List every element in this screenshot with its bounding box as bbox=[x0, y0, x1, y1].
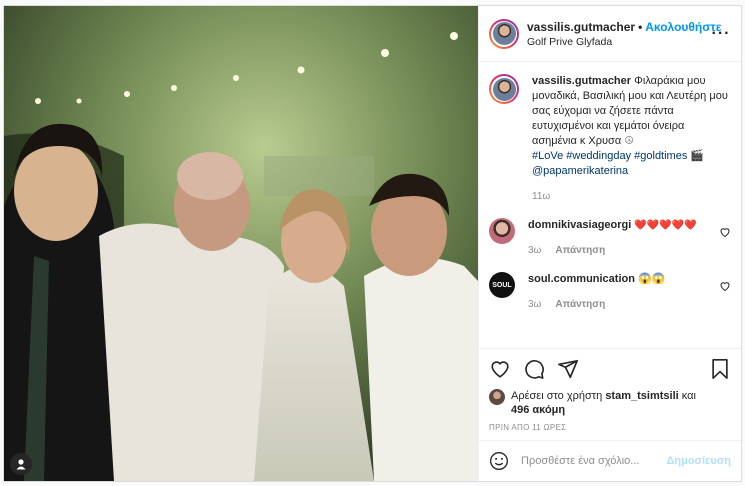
caption-time[interactable]: 11ω bbox=[532, 191, 550, 202]
post-comment-button[interactable]: Δημοσίευση bbox=[666, 455, 731, 467]
location-link[interactable]: Golf Prive Glyfada bbox=[527, 36, 711, 48]
like-comment-heart-icon[interactable] bbox=[719, 226, 731, 238]
likes-summary: Αρέσει στο χρήστη stam_tsimtsili και 496… bbox=[479, 389, 741, 417]
comments-section[interactable]: vassilis.gutmacher Φιλαράκια μου μοναδικ… bbox=[479, 62, 741, 348]
share-icon[interactable] bbox=[557, 358, 579, 380]
heart-icon[interactable] bbox=[489, 358, 511, 380]
caption-username[interactable]: vassilis.gutmacher bbox=[532, 75, 631, 87]
tagged-users-button[interactable] bbox=[10, 453, 32, 475]
comment-item: SOUL soul.communication 😱😱 3ω Απάντηση bbox=[489, 272, 731, 312]
clapper-emoji: 🎬 bbox=[690, 150, 705, 162]
likes-count[interactable]: 496 ακόμη bbox=[511, 404, 565, 416]
likes-prefix: Αρέσει στο χρήστη bbox=[511, 390, 603, 402]
more-options-button[interactable]: ··· bbox=[711, 25, 731, 41]
liker-username[interactable]: stam_tsimtsili bbox=[605, 390, 678, 402]
post-timestamp[interactable]: ΠΡΙΝ ΑΠΟ 11 ΩΡΕΣ bbox=[479, 417, 741, 440]
reply-button[interactable]: Απάντηση bbox=[555, 245, 605, 256]
comment-icon[interactable] bbox=[523, 358, 545, 380]
caption-mention[interactable]: @papamerikaterina bbox=[532, 165, 628, 177]
wedding-photo-illustration bbox=[4, 6, 478, 481]
separator-dot: • bbox=[638, 19, 643, 34]
add-comment-bar: Δημοσίευση bbox=[479, 440, 741, 481]
user-icon bbox=[16, 459, 26, 470]
post-photo[interactable] bbox=[4, 6, 478, 481]
emoji-icon[interactable] bbox=[489, 451, 509, 471]
more-horizontal-icon: ··· bbox=[711, 24, 731, 42]
bookmark-icon[interactable] bbox=[709, 358, 731, 380]
post-actions bbox=[479, 348, 741, 389]
peace-emoji: ☮ bbox=[624, 135, 635, 147]
comment-item: domnikivasiageorgi ❤️❤️❤️❤️❤️ 3ω Απάντηση bbox=[489, 218, 731, 258]
liker-avatar[interactable] bbox=[489, 389, 505, 405]
like-comment-heart-icon[interactable] bbox=[719, 280, 731, 292]
caption-hashtags[interactable]: #LoVe #weddingday #goldtimes bbox=[532, 150, 687, 162]
caption: vassilis.gutmacher Φιλαράκια μου μοναδικ… bbox=[489, 74, 731, 204]
likes-connector: και bbox=[681, 390, 696, 402]
reply-button[interactable]: Απάντηση bbox=[555, 299, 605, 310]
soul-logo-text: SOUL bbox=[492, 281, 512, 289]
post-header: vassilis.gutmacher • Ακολουθήστε Golf Priv… bbox=[479, 6, 741, 62]
comment-text: ❤️❤️❤️❤️❤️ bbox=[634, 220, 697, 231]
post-sidebar: vassilis.gutmacher • Ακολουθήστε Golf Priv… bbox=[478, 6, 741, 481]
comment-avatar[interactable] bbox=[489, 218, 515, 244]
author-username[interactable]: vassilis.gutmacher bbox=[527, 20, 635, 34]
comment-time[interactable]: 3ω bbox=[528, 245, 541, 256]
comment-input[interactable] bbox=[519, 454, 667, 468]
comment-username[interactable]: domnikivasiageorgi bbox=[528, 219, 631, 231]
comment-avatar[interactable]: SOUL bbox=[489, 272, 515, 298]
caption-avatar[interactable] bbox=[489, 74, 519, 104]
comment-time[interactable]: 3ω bbox=[528, 299, 541, 310]
author-avatar[interactable] bbox=[489, 18, 519, 49]
comment-username[interactable]: soul.communication bbox=[528, 273, 635, 285]
comment-text: 😱😱 bbox=[638, 273, 666, 285]
instagram-post: vassilis.gutmacher • Ακολουθήστε Golf Priv… bbox=[3, 5, 742, 482]
